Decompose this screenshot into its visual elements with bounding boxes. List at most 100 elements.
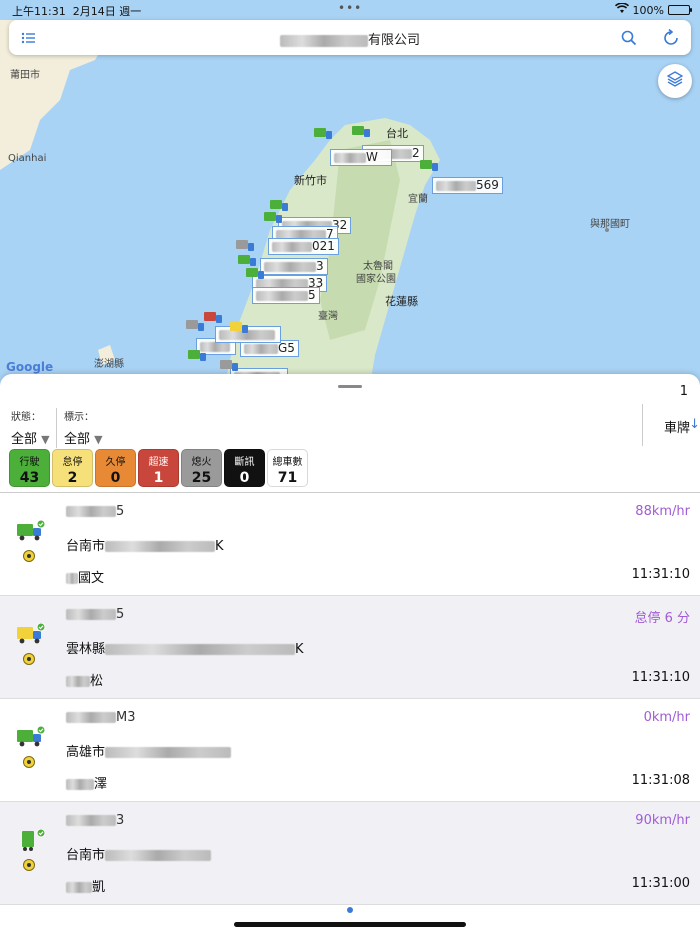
truck-marker[interactable] [420, 160, 438, 171]
truck-marker[interactable] [246, 268, 264, 279]
vehicle-list: 5 88km/hr 台南市 K 國文 11:31:10 5 怠停 6 分 雲林縣 K… [0, 492, 700, 905]
truck-marker[interactable] [314, 128, 332, 139]
vehicle-address: 雲林縣 K [66, 642, 304, 657]
refresh-icon[interactable] [661, 28, 681, 48]
google-logo: Google [6, 360, 54, 374]
map-label: 國家公園 [356, 274, 396, 285]
dropdown-arrow-icon: ▼ [41, 433, 50, 446]
list-item[interactable]: 5 88km/hr 台南市 K 國文 11:31:10 [0, 493, 700, 596]
truck-icon [16, 519, 46, 542]
vehicle-plate: 5 [66, 504, 124, 519]
vehicle-tag[interactable]: W [330, 149, 392, 166]
home-indicator[interactable] [234, 922, 466, 927]
truck-marker[interactable] [270, 200, 288, 211]
gps-status-icon [23, 653, 35, 665]
layers-icon [666, 70, 684, 92]
counter-disconnected[interactable]: 斷訊 0 [224, 449, 265, 487]
truck-icon [16, 725, 46, 748]
page-title: 有限公司 [9, 29, 691, 48]
vehicle-tag[interactable] [215, 326, 281, 343]
map-label: 宜蘭 [408, 194, 428, 205]
status-time: 上午11:31 2月14日 週一 [12, 5, 142, 18]
dropdown-arrow-icon: ▼ [94, 433, 103, 446]
vehicle-plate: M3 [66, 710, 136, 725]
counter-long-stop[interactable]: 久停 0 [95, 449, 136, 487]
sort-arrow-icon: ↓ [689, 417, 700, 432]
vehicle-time: 11:31:08 [631, 773, 690, 788]
sort-button[interactable]: 車牌 ↓ [642, 404, 700, 446]
truck-marker[interactable] [238, 255, 256, 266]
list-item[interactable]: 5 怠停 6 分 雲林縣 K 松 11:31:10 [0, 596, 700, 699]
vehicle-tag[interactable]: 021 [268, 238, 339, 255]
vehicle-driver: 凱 [66, 876, 105, 895]
map-label: 莆田市 [10, 70, 40, 81]
counter-driving[interactable]: 行駛 43 [9, 449, 50, 487]
truck-marker[interactable] [204, 312, 222, 323]
truck-marker[interactable] [352, 126, 370, 137]
map-label: 臺灣 [318, 311, 338, 322]
multitasking-dots[interactable]: ••• [338, 1, 362, 15]
green-bin-truck-icon [16, 828, 46, 851]
map-label: 澎湖縣 [94, 359, 124, 370]
list-item[interactable]: 3 90km/hr 台南市 凱 11:31:00 [0, 802, 700, 905]
truck-marker[interactable] [264, 212, 282, 223]
top-bar: 有限公司 [9, 20, 691, 55]
battery-percent: 100% [632, 3, 664, 17]
vehicle-driver: 澤 [66, 773, 107, 792]
counter-idle[interactable]: 怠停 2 [52, 449, 93, 487]
search-icon[interactable] [619, 28, 639, 48]
vehicle-tag[interactable]: 569 [432, 177, 503, 194]
vehicle-driver: 國文 [66, 567, 104, 586]
truck-icon [16, 622, 46, 645]
vehicle-panel: 1 狀態： 全部 ▼ 標示： 全部 ▼ 車牌 ↓ 行駛 43 怠停 2 久停 0 超速… [0, 374, 700, 934]
map-label: 台北 [386, 127, 408, 140]
vehicle-speed: 0km/hr [643, 710, 690, 725]
vehicle-speed: 88km/hr [635, 504, 690, 519]
map-label: Qianhai [8, 153, 47, 164]
vehicle-plate: 5 [66, 607, 124, 622]
sort-label: 車牌 [663, 421, 690, 436]
counter-speeding[interactable]: 超速 1 [138, 449, 179, 487]
status-bar: 上午11:31 2月14日 週一 ••• 100% [0, 0, 700, 20]
panel-grabber[interactable] [338, 385, 362, 388]
vehicle-driver: 松 [66, 670, 103, 689]
wifi-icon [614, 2, 629, 17]
map-label: 與那國町 [590, 219, 630, 230]
display-filter-value: 全部 [64, 432, 91, 447]
status-filter-value: 全部 [11, 432, 38, 447]
vehicle-speed: 怠停 6 分 [634, 611, 690, 626]
map-label: 花蓮縣 [385, 295, 418, 308]
map-layers-button[interactable] [658, 64, 692, 98]
vehicle-tag[interactable]: 5 [252, 287, 320, 304]
vehicle-time: 11:31:10 [631, 567, 690, 582]
gps-status-icon [23, 859, 35, 871]
gps-status-icon [23, 550, 35, 562]
list-item[interactable]: M3 0km/hr 高雄市 澤 11:31:08 [0, 699, 700, 802]
truck-marker[interactable] [220, 360, 238, 371]
counter-engine-off[interactable]: 熄火 25 [181, 449, 222, 487]
vehicle-time: 11:31:00 [631, 876, 690, 891]
display-filter[interactable]: 標示： 全部 ▼ [64, 408, 103, 447]
vehicle-plate: 3 [66, 813, 124, 828]
vehicle-address: 台南市 [66, 844, 212, 863]
map-view[interactable]: 莆田市 Qianhai 台北 新竹市 宜蘭 太魯閣 國家公園 花蓮縣 臺灣 澎湖… [0, 0, 700, 385]
vehicle-time: 11:31:10 [631, 670, 690, 685]
truck-marker[interactable] [188, 350, 206, 361]
page-indicator [347, 907, 353, 913]
truck-marker[interactable] [186, 320, 204, 331]
counter-total[interactable]: 總車數 71 [267, 449, 308, 487]
vehicle-address: 高雄市 [66, 741, 232, 760]
divider [56, 408, 57, 448]
battery-icon [668, 5, 692, 15]
truck-marker[interactable] [236, 240, 254, 251]
status-filter[interactable]: 狀態： 全部 ▼ [11, 408, 50, 447]
vehicle-speed: 90km/hr [635, 813, 690, 828]
map-land [0, 20, 609, 385]
map-label: 新竹市 [294, 174, 327, 187]
gps-status-icon [23, 756, 35, 768]
truck-marker[interactable] [230, 322, 248, 333]
page-count: 1 [679, 384, 688, 399]
status-counters: 行駛 43 怠停 2 久停 0 超速 1 熄火 25 斷訊 0 總車數 71 [9, 449, 308, 487]
vehicle-address: 台南市 K [66, 539, 224, 554]
vehicle-tag[interactable]: 3 [260, 258, 328, 275]
